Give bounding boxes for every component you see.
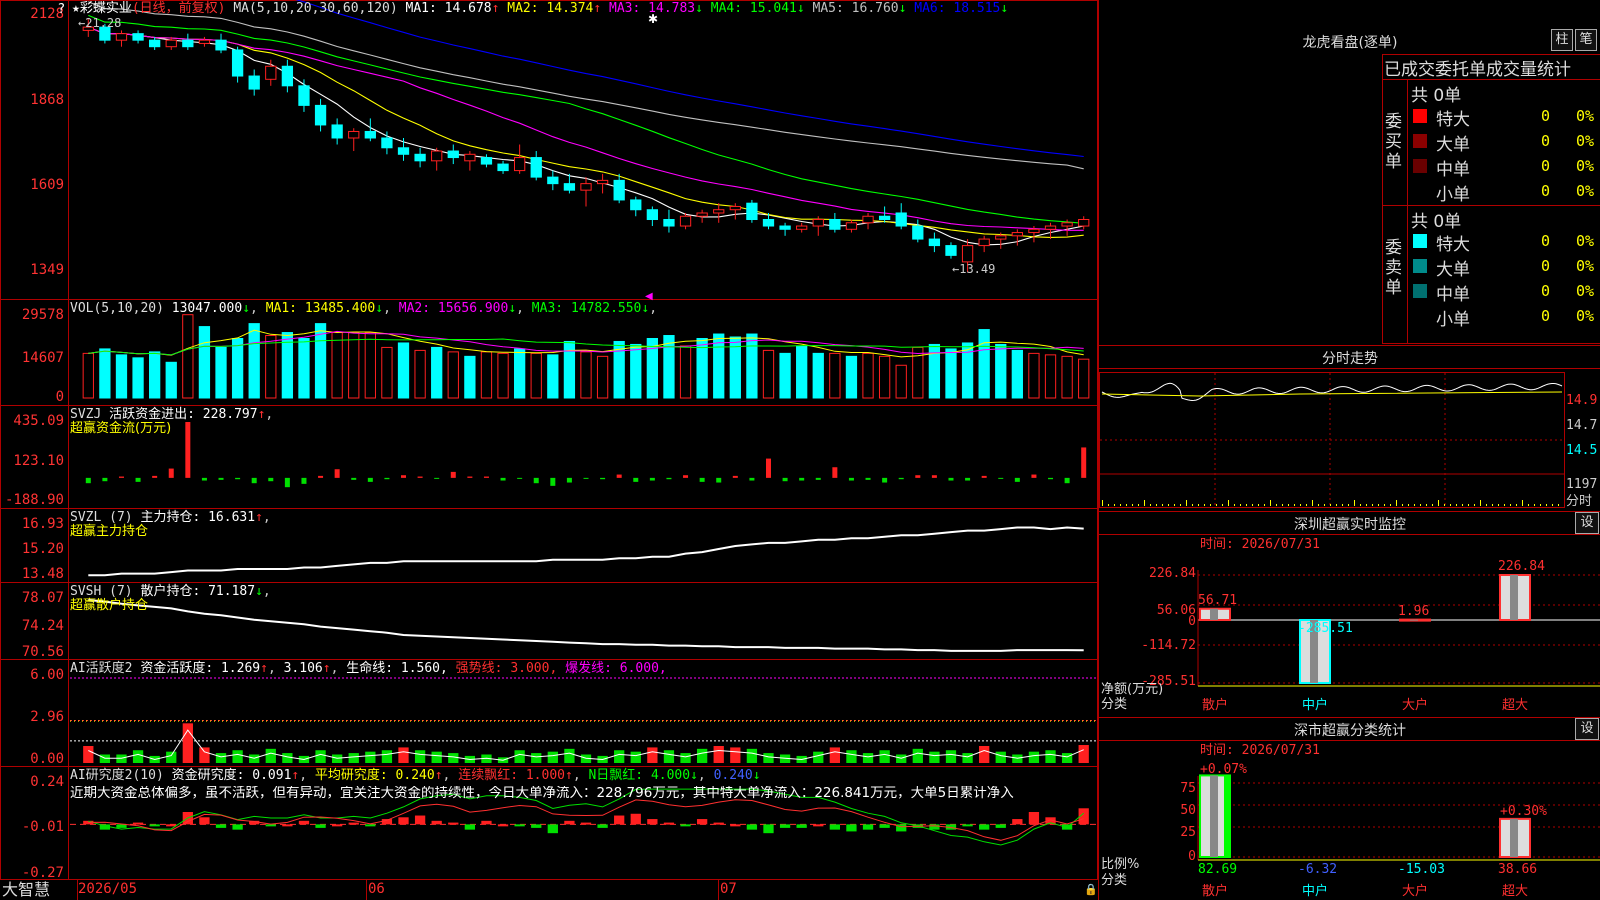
monitor-bar-group — [1399, 618, 1431, 622]
bar-view-button[interactable]: 柱 — [1551, 29, 1573, 51]
order-color-swatch — [1413, 134, 1427, 148]
buy-total: 共 0单 — [1411, 86, 1462, 106]
monitor-value-label: 56.71 — [1198, 592, 1238, 608]
order-row-percent: 0% — [1576, 307, 1595, 325]
monitor-bar-group — [1199, 607, 1231, 621]
order-row-percent: 0% — [1576, 257, 1595, 275]
stats-settings-button[interactable]: 设 — [1575, 718, 1599, 740]
buy-sell-divider — [1382, 205, 1600, 206]
order-row-label: 中单 — [1436, 160, 1470, 180]
stats-value-label: -6.32 — [1298, 862, 1338, 877]
monitor-xlabel: 分类 — [1101, 697, 1128, 712]
monitor-value-label: 1.96 — [1398, 603, 1430, 619]
order-row-label: 小单 — [1436, 310, 1470, 330]
order-row-count: 0 — [1540, 157, 1550, 175]
order-color-swatch — [1413, 234, 1427, 248]
monitor-y-label: 0 — [1188, 614, 1196, 629]
monitor-time: 时间: 2026/07/31 — [1200, 537, 1320, 552]
order-row-percent: 0% — [1576, 132, 1595, 150]
monitor-category-label: 大户 — [1402, 698, 1429, 713]
stats-y-label: 75 — [1180, 781, 1196, 796]
order-color-swatch — [1413, 284, 1427, 298]
order-row-percent: 0% — [1576, 107, 1595, 125]
sell-total: 共 0单 — [1411, 212, 1462, 232]
stats-y-label: 0 — [1188, 849, 1196, 864]
stats-bar-accent — [1224, 775, 1229, 857]
monitor-title: 深圳超赢实时监控 — [1294, 517, 1406, 533]
monitor-y-label: -114.72 — [1141, 638, 1196, 653]
side-col-divider — [1407, 79, 1408, 344]
monitor-ylabel: 净额(万元) — [1101, 682, 1164, 697]
monitor-bar-group — [1499, 574, 1531, 621]
order-row-count: 0 — [1540, 307, 1550, 325]
monitor-bar-shade — [1410, 619, 1418, 621]
fs-chart[interactable] — [1099, 372, 1565, 508]
order-color-swatch — [1413, 259, 1427, 273]
order-row-label: 大单 — [1436, 260, 1470, 280]
order-row-label: 特大 — [1436, 110, 1470, 130]
fs-axis-label: 1197 — [1566, 477, 1598, 492]
order-row-count: 0 — [1540, 182, 1550, 200]
order-row-percent: 0% — [1576, 232, 1595, 250]
order-row-percent: 0% — [1576, 182, 1595, 200]
monitor-y-label: 226.84 — [1149, 566, 1196, 581]
order-row-label: 小单 — [1436, 185, 1470, 205]
order-row-label: 特大 — [1436, 235, 1470, 255]
order-color-swatch — [1413, 159, 1427, 173]
order-row-count: 0 — [1540, 232, 1550, 250]
monitor-value-label: -285.51 — [1298, 621, 1353, 636]
stats-xlabel: 分类 — [1101, 873, 1128, 888]
monitor-bar-shade — [1510, 575, 1518, 620]
order-color-swatch — [1413, 109, 1427, 123]
order-row-count: 0 — [1540, 257, 1550, 275]
order-row-percent: 0% — [1576, 282, 1595, 300]
stats-time: 时间: 2026/07/31 — [1200, 743, 1320, 758]
order-row-percent: 0% — [1576, 157, 1595, 175]
lhb-title: 龙虎看盘(逐单) — [1302, 35, 1398, 51]
stats-bar-shade — [1210, 775, 1218, 857]
monitor-category-label: 中户 — [1302, 698, 1329, 713]
table-title-divider — [1382, 79, 1600, 80]
tick-view-button[interactable]: 笔 — [1575, 29, 1597, 51]
monitor-value-label: 226.84 — [1498, 559, 1545, 574]
sell-side-label: 委卖单 — [1385, 238, 1402, 298]
stats-value-label: 38.66 — [1498, 862, 1538, 877]
stats-value-label: -15.03 — [1398, 862, 1445, 877]
order-table-title: 已成交委托单成交量统计 — [1384, 60, 1571, 80]
order-row-count: 0 — [1540, 107, 1550, 125]
stats-ylabel: 比例% — [1101, 857, 1140, 872]
stats-bar-group — [1199, 774, 1231, 858]
fs-title: 分时走势 — [1322, 351, 1378, 367]
stats-value-label: 82.69 — [1198, 862, 1238, 877]
stats-category-label: 大户 — [1402, 884, 1429, 899]
stats-title: 深市超赢分类统计 — [1294, 723, 1406, 739]
fs-axis-label: 分时 — [1566, 494, 1593, 509]
order-row-count: 0 — [1540, 282, 1550, 300]
order-row-label: 中单 — [1436, 285, 1470, 305]
fs-axis-label: 14.5 — [1566, 443, 1598, 458]
monitor-settings-button[interactable]: 设 — [1575, 512, 1599, 534]
fs-axis-label: 14.9 — [1566, 393, 1598, 408]
monitor-bar-shade — [1210, 608, 1218, 620]
stats-bar-shade — [1510, 818, 1518, 857]
stats-top-label: +0.07% — [1200, 762, 1247, 777]
stats-bar-group — [1499, 817, 1531, 859]
fs-axis-label: 14.7 — [1566, 418, 1598, 433]
stats-top-label: +0.30% — [1500, 804, 1547, 819]
order-row-label: 大单 — [1436, 135, 1470, 155]
stats-category-label: 中户 — [1302, 884, 1329, 899]
monitor-category-label: 散户 — [1202, 698, 1229, 713]
stats-category-label: 散户 — [1202, 884, 1229, 899]
stats-category-label: 超大 — [1502, 884, 1529, 899]
stats-y-label: 50 — [1180, 803, 1196, 818]
order-row-count: 0 — [1540, 132, 1550, 150]
buy-side-label: 委买单 — [1385, 112, 1402, 172]
monitor-category-label: 超大 — [1502, 698, 1529, 713]
stats-y-label: 25 — [1180, 825, 1196, 840]
